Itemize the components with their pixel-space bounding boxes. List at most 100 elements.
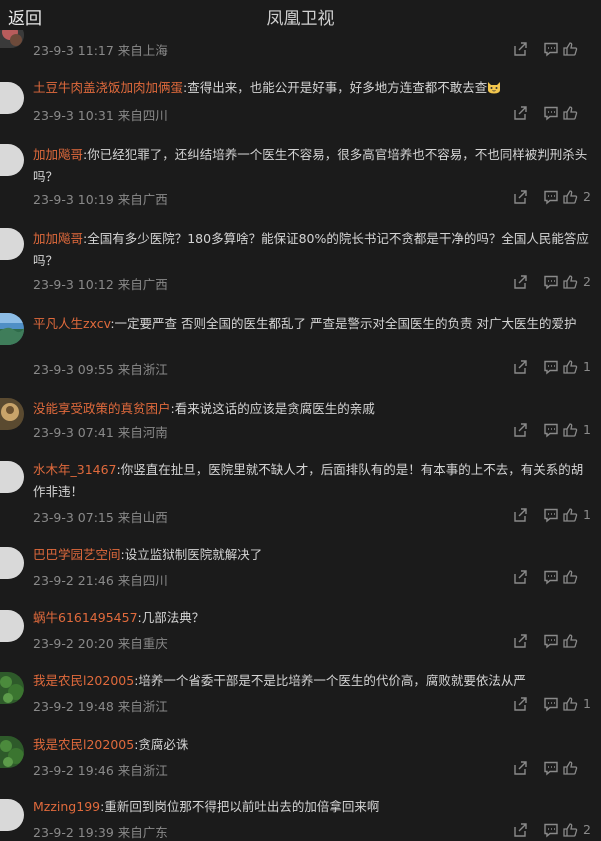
reply-button[interactable]: [541, 820, 561, 840]
comment-body: 加加飚哥:你已经犯罪了，还纠结培养一个医生不容易，很多高官培养也不容易，不也同样…: [33, 144, 593, 188]
comment-icon: [544, 697, 558, 712]
comment-body: 平凡人生zxcv:一定要严查 否则全国的医生都乱了 严查是警示对全国医生的负责 …: [33, 313, 593, 335]
share-icon: [514, 275, 527, 289]
avatar[interactable]: [0, 736, 24, 768]
like-button[interactable]: [560, 39, 580, 59]
thumbs-up-icon: [563, 106, 578, 120]
comment-text: :重新回到岗位那不得把以前吐出去的加倍拿回来啊: [100, 799, 380, 814]
like-button[interactable]: [560, 694, 580, 714]
username-link[interactable]: 蜗牛6161495457: [33, 610, 138, 625]
avatar[interactable]: [0, 144, 24, 176]
like-count: 1: [583, 422, 591, 437]
share-button[interactable]: [510, 103, 530, 123]
avatar[interactable]: [0, 461, 24, 493]
share-button[interactable]: [510, 420, 530, 440]
comment-text: :你竖直在扯旦，医院里就不缺人才，后面排队有的是！有本事的上不去，有关系的胡作非…: [33, 462, 584, 499]
username-link[interactable]: 土豆牛肉盖浇饭加肉加俩蛋: [33, 80, 183, 95]
like-button[interactable]: [560, 567, 580, 587]
username-link[interactable]: 水木年_31467: [33, 462, 117, 477]
top-bar: 返回 凤凰卫视: [0, 0, 601, 30]
share-icon: [514, 508, 527, 522]
comment-body: 巴巴学园艺空间:设立监狱制医院就解决了: [33, 544, 593, 566]
reply-button[interactable]: [541, 758, 561, 778]
comment-text: :一定要严查 否则全国的医生都乱了 严查是警示对全国医生的负责 对广大医生的爱护: [110, 316, 577, 331]
comment-meta: 23-9-3 11:17 来自上海: [33, 43, 168, 58]
reply-button[interactable]: [541, 567, 561, 587]
share-button[interactable]: [510, 631, 530, 651]
share-icon: [514, 823, 527, 837]
like-count: 2: [583, 274, 591, 289]
share-button[interactable]: [510, 758, 530, 778]
reply-button[interactable]: [541, 357, 561, 377]
avatar[interactable]: [0, 547, 24, 579]
share-button[interactable]: [510, 357, 530, 377]
thumbs-up-icon: [563, 360, 578, 374]
like-button[interactable]: [560, 758, 580, 778]
cat-emoji-icon: [488, 82, 501, 94]
like-button[interactable]: [560, 505, 580, 525]
thumbs-up-icon: [563, 508, 578, 522]
thumbs-up-icon: [563, 42, 578, 56]
reply-button[interactable]: [541, 39, 561, 59]
comment-text: :全国有多少医院？180多算啥？能保证80%的院长书记不贪都是干净的吗？全国人民…: [33, 231, 589, 268]
reply-button[interactable]: [541, 694, 561, 714]
comment-meta: 23-9-3 10:19 来自广西: [33, 192, 168, 207]
username-link[interactable]: 加加飚哥: [33, 147, 83, 162]
avatar[interactable]: [0, 610, 24, 642]
like-button[interactable]: [560, 631, 580, 651]
share-button[interactable]: [510, 272, 530, 292]
share-button[interactable]: [510, 39, 530, 59]
like-button[interactable]: [560, 272, 580, 292]
comment-body: Mzzing199:重新回到岗位那不得把以前吐出去的加倍拿回来啊: [33, 796, 593, 818]
comment-actions: [508, 103, 601, 123]
reply-button[interactable]: [541, 505, 561, 525]
reply-button[interactable]: [541, 420, 561, 440]
avatar[interactable]: [0, 799, 24, 831]
thumbs-up-icon: [563, 190, 578, 204]
reply-button[interactable]: [541, 272, 561, 292]
avatar[interactable]: [0, 398, 24, 430]
avatar[interactable]: [0, 672, 24, 704]
username-link[interactable]: 我是农民l202005: [33, 673, 134, 688]
like-button[interactable]: [560, 103, 580, 123]
thumbs-up-icon: [563, 823, 578, 837]
share-button[interactable]: [510, 567, 530, 587]
comment-text: :贪腐必诛: [134, 737, 189, 752]
comment-actions: [508, 567, 601, 587]
username-link[interactable]: 加加飚哥: [33, 231, 83, 246]
reply-button[interactable]: [541, 631, 561, 651]
reply-button[interactable]: [541, 187, 561, 207]
like-button[interactable]: [560, 420, 580, 440]
thumbs-up-icon: [563, 697, 578, 711]
like-count: 1: [583, 696, 591, 711]
thumbs-up-icon: [563, 570, 578, 584]
share-icon: [514, 634, 527, 648]
comment-icon: [544, 508, 558, 523]
like-button[interactable]: [560, 357, 580, 377]
username-link[interactable]: 平凡人生zxcv: [33, 316, 110, 331]
username-link[interactable]: Mzzing199: [33, 799, 100, 814]
share-button[interactable]: [510, 505, 530, 525]
like-count: 2: [583, 189, 591, 204]
page-title: 凤凰卫视: [266, 9, 335, 29]
comment-icon: [544, 106, 558, 121]
comment-actions: [508, 631, 601, 651]
like-button[interactable]: [560, 187, 580, 207]
username-link[interactable]: 巴巴学园艺空间: [33, 547, 121, 562]
comment-icon: [544, 570, 558, 585]
share-button[interactable]: [510, 820, 530, 840]
avatar[interactable]: [0, 82, 24, 114]
like-button[interactable]: [560, 820, 580, 840]
avatar[interactable]: [0, 313, 24, 345]
username-link[interactable]: 没能享受政策的真贫困户: [33, 401, 171, 416]
share-icon: [514, 423, 527, 437]
share-icon: [514, 761, 527, 775]
reply-button[interactable]: [541, 103, 561, 123]
username-link[interactable]: 我是农民l202005: [33, 737, 134, 752]
avatar[interactable]: [0, 228, 24, 260]
share-button[interactable]: [510, 694, 530, 714]
thumbs-up-icon: [563, 634, 578, 648]
share-icon: [514, 190, 527, 204]
comment-text: :培养一个省委干部是不是比培养一个医生的代价高，腐败就要依法从严: [134, 673, 526, 688]
share-button[interactable]: [510, 187, 530, 207]
